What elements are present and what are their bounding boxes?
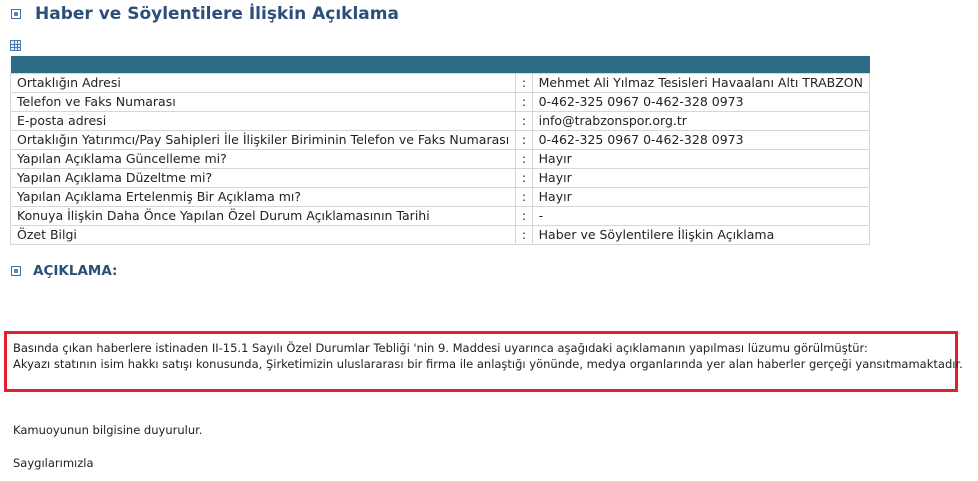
row-label: E-posta adresi — [9, 111, 517, 131]
row-separator: : — [515, 92, 533, 112]
table-row: Ortaklığın Adresi: Mehmet Ali Yılmaz Tesi… — [9, 73, 871, 93]
row-label: Ortaklığın Adresi — [9, 73, 517, 93]
public-notice-text: Kamuoyunun bilgisine duyurulur. — [13, 423, 203, 437]
table-row: Yapılan Açıklama Düzeltme mi?: Hayır — [9, 168, 871, 188]
table-row: Yapılan Açıklama Güncelleme mi?: Hayır — [9, 149, 871, 169]
row-label: Ortaklığın Yatırımcı/Pay Sahipleri İle İ… — [9, 130, 517, 150]
row-value: - — [531, 206, 871, 226]
row-label: Konuya İlişkin Daha Önce Yapılan Özel Du… — [9, 206, 517, 226]
table-row: Telefon ve Faks Numarası:0-462-325 0967 … — [9, 92, 871, 112]
row-separator: : — [515, 149, 533, 169]
statement-line-2: Akyazı statının isim hakkı satışı konusu… — [13, 357, 963, 371]
page-title: Haber ve Söylentilere İlişkin Açıklama — [35, 4, 399, 24]
row-value: 0-462-325 0967 0-462-328 0973 — [531, 130, 871, 150]
row-separator: : — [515, 187, 533, 207]
row-separator: : — [515, 111, 533, 131]
table-row: Yapılan Açıklama Ertelenmiş Bir Açıklama… — [9, 187, 871, 207]
title-bullet-icon — [11, 9, 21, 19]
row-separator: : — [515, 130, 533, 150]
table-grid-icon — [10, 40, 21, 51]
table-row: Özet Bilgi: Haber ve Söylentilere İlişkin… — [9, 225, 871, 245]
row-value: Mehmet Ali Yılmaz Tesisleri Havaalanı Al… — [531, 73, 871, 93]
table-row: Konuya İlişkin Daha Önce Yapılan Özel Du… — [9, 206, 871, 226]
row-label: Yapılan Açıklama Ertelenmiş Bir Açıklama… — [9, 187, 517, 207]
row-value: 0-462-325 0967 0-462-328 0973 — [531, 92, 871, 112]
table-row: Ortaklığın Yatırımcı/Pay Sahipleri İle İ… — [9, 130, 871, 150]
row-separator: : — [515, 168, 533, 188]
row-separator: : — [515, 73, 533, 93]
table-header-bar — [10, 56, 870, 74]
row-value: Hayır — [531, 149, 871, 169]
row-separator: : — [515, 206, 533, 226]
row-value: Hayır — [531, 187, 871, 207]
row-label: Yapılan Açıklama Güncelleme mi? — [9, 149, 517, 169]
row-value: info@trabzonspor.org.tr — [531, 111, 871, 131]
statement-line-1: Basında çıkan haberlere istinaden II-15.… — [13, 341, 868, 355]
row-value: Hayır — [531, 168, 871, 188]
row-label: Yapılan Açıklama Düzeltme mi? — [9, 168, 517, 188]
section-bullet-icon — [11, 266, 21, 276]
section-title: AÇIKLAMA: — [33, 263, 118, 279]
closing-text: Saygılarımızla — [13, 456, 94, 470]
row-label: Telefon ve Faks Numarası — [9, 92, 517, 112]
row-separator: : — [515, 225, 533, 245]
row-value: Haber ve Söylentilere İlişkin Açıklama — [531, 225, 871, 245]
table-row: E-posta adresi: info@trabzonspor.org.tr — [9, 111, 871, 131]
row-label: Özet Bilgi — [9, 225, 517, 245]
disclosure-info-table: Ortaklığın Adresi: Mehmet Ali Yılmaz Tesi… — [9, 56, 871, 245]
